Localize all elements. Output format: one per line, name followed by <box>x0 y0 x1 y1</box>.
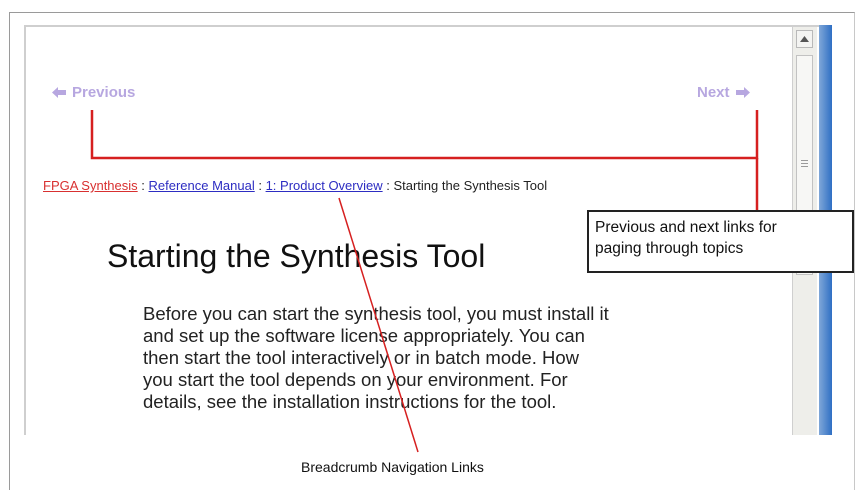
next-link-label: Next <box>697 84 730 101</box>
scroll-up-button[interactable] <box>796 30 813 48</box>
next-link[interactable]: Next <box>697 84 750 101</box>
page-title: Starting the Synthesis Tool <box>107 238 486 274</box>
paragraph-line: you start the tool depends on your envir… <box>143 369 568 390</box>
grip-line <box>801 166 808 167</box>
breadcrumb: FPGA Synthesis : Reference Manual : 1: P… <box>43 178 547 193</box>
paragraph-line: Before you can start the synthesis tool,… <box>143 303 609 324</box>
breadcrumb-link-reference-manual[interactable]: Reference Manual <box>149 178 255 193</box>
breadcrumb-separator: : <box>137 178 149 193</box>
callout-text-line: paging through topics <box>595 240 744 257</box>
breadcrumb-link-fpga-synthesis[interactable]: FPGA Synthesis <box>43 178 138 193</box>
callout-box: Previous and next links for paging throu… <box>587 210 854 273</box>
arrow-left-icon <box>52 87 66 98</box>
breadcrumb-current: Starting the Synthesis Tool <box>393 178 548 193</box>
grip-line <box>801 163 808 164</box>
previous-link-label: Previous <box>72 84 136 101</box>
paragraph-line: and set up the software license appropri… <box>143 325 585 346</box>
paragraph-line: then start the tool interactively or in … <box>143 347 579 368</box>
breadcrumb-caption: Breadcrumb Navigation Links <box>301 459 484 475</box>
intro-paragraph: Before you can start the synthesis tool,… <box>143 303 743 413</box>
callout-text-line: Previous and next links for <box>595 219 777 236</box>
chevron-up-icon <box>800 36 809 42</box>
paragraph-line: details, see the installation instructio… <box>143 391 557 412</box>
breadcrumb-separator: : <box>382 178 394 193</box>
breadcrumb-separator: : <box>254 178 266 193</box>
arrow-right-icon <box>735 87 750 98</box>
breadcrumb-link-product-overview[interactable]: 1: Product Overview <box>266 178 383 193</box>
previous-link[interactable]: Previous <box>52 84 135 101</box>
grip-line <box>801 160 808 161</box>
